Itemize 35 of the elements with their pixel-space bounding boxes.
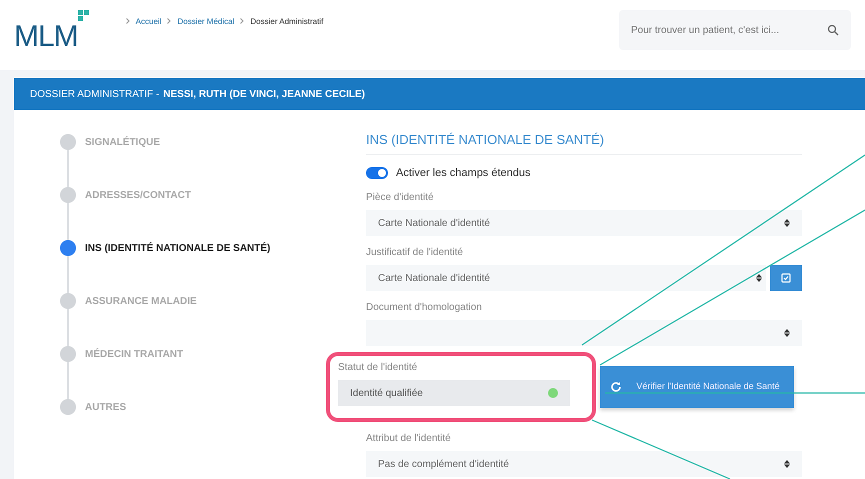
checkbox-button[interactable]	[770, 265, 802, 291]
toggle-switch[interactable]	[366, 166, 388, 179]
search-icon	[827, 24, 839, 36]
sort-caret-icon	[784, 219, 790, 227]
breadcrumb-link[interactable]: Dossier Médical	[177, 16, 234, 28]
sort-caret-icon	[784, 460, 790, 468]
status-field: Identité qualifiée	[338, 380, 570, 406]
chevron-icon	[240, 18, 244, 24]
field-label: Statut de l'identité	[338, 361, 418, 375]
patient-name: NESSI, RUTH (DE VINCI, JEANNE CECILE)	[163, 88, 365, 102]
sort-caret-icon	[784, 329, 790, 337]
select-field[interactable]: Carte Nationale d'identité	[366, 265, 766, 291]
field-label: Attribut de l'identité	[366, 432, 452, 446]
step-item[interactable]: INS (IDENTITÉ NATIONALE DE SANTÉ)	[60, 240, 270, 293]
field-label: Justificatif de l'identité	[366, 246, 464, 260]
field-label: Pièce d'identité	[366, 191, 435, 205]
verify-button[interactable]: Vérifier l'Identité Nationale de Santé	[600, 366, 794, 408]
chevron-icon	[126, 18, 130, 24]
step-dot-icon	[60, 240, 76, 256]
breadcrumb-current: Dossier Administratif	[250, 16, 324, 28]
sort-caret-icon	[756, 274, 762, 282]
search-field[interactable]: Pour trouver un patient, c'est ici...	[619, 10, 851, 50]
select-field[interactable]	[366, 320, 802, 346]
squares-icon	[78, 10, 90, 22]
toggle-label: Activer les champs étendus	[396, 166, 531, 180]
refresh-icon	[610, 381, 622, 393]
checkbox-icon	[781, 273, 791, 283]
logo-text: MLM	[14, 22, 78, 52]
select-field[interactable]: Carte Nationale d'identité	[366, 210, 802, 236]
header-title: DOSSIER ADMINISTRATIF -	[30, 88, 160, 102]
breadcrumb-link[interactable]: Accueil	[136, 16, 162, 28]
select-field[interactable]: Pas de complément d'identité	[366, 451, 802, 477]
chevron-icon	[167, 18, 172, 24]
section-title: INS (IDENTITÉ NATIONALE DE SANTÉ)	[366, 130, 802, 154]
field-label: Document d'homologation	[366, 301, 483, 315]
